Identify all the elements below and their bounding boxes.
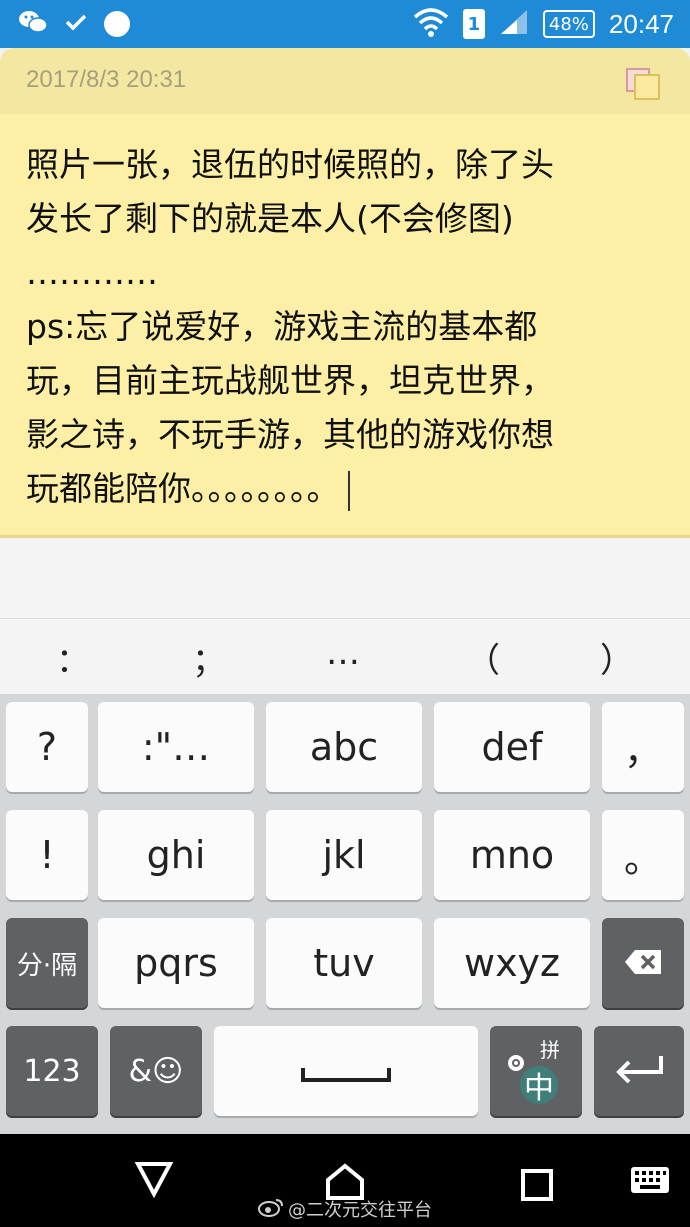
note-editor[interactable]: 照片一张，退伍的时候照的，除了头 发长了剩下的就是本人(不会修图) ………… p…: [0, 114, 690, 538]
battery-icon: 48%: [542, 10, 595, 38]
key-question[interactable]: ?: [6, 702, 88, 792]
note-color-icon[interactable]: [626, 66, 666, 100]
key-emoji[interactable]: &☺: [110, 1026, 202, 1116]
backspace-icon: [623, 941, 663, 985]
watermark: @二次元交往平台: [258, 1196, 432, 1222]
suggestion-semicolon[interactable]: ；: [192, 633, 226, 682]
keyboard: ? :"… abc def ， ! ghi jkl mno 。 分·隔 pqrs…: [0, 694, 690, 1134]
signal-icon: [499, 8, 529, 40]
clock: 20:47: [608, 8, 674, 39]
weibo-icon: [258, 1197, 284, 1222]
key-separator[interactable]: 分·隔: [6, 918, 88, 1008]
suggestion-right-paren[interactable]: ）: [600, 633, 634, 682]
sim-icon: 1: [462, 9, 485, 39]
suggestion-ellipsis[interactable]: …: [326, 633, 360, 673]
key-exclamation[interactable]: !: [6, 810, 88, 900]
watermark-text: @二次元交往平台: [288, 1200, 432, 1221]
status-bar: 1 48% 20:47: [0, 0, 690, 48]
note-date: 2017/8/3 20:31: [26, 66, 187, 93]
symbol-suggestion-bar: ： ； … （ ）: [0, 618, 690, 694]
wifi-icon: [413, 7, 449, 41]
backspace-button[interactable]: [602, 918, 684, 1008]
key-tuv[interactable]: tuv: [266, 918, 422, 1008]
key-comma[interactable]: ，: [602, 702, 684, 792]
key-mno[interactable]: mno: [434, 810, 590, 900]
enter-button[interactable]: [594, 1026, 684, 1116]
note-text: 照片一张，退伍的时候照的，除了头 发长了剩下的就是本人(不会修图) ………… p…: [26, 145, 554, 508]
suggestion-colon[interactable]: ：: [56, 633, 90, 682]
text-caret: [347, 470, 350, 511]
space-bar[interactable]: [214, 1026, 478, 1116]
key-def[interactable]: def: [434, 702, 590, 792]
key-wxyz[interactable]: wxyz: [434, 918, 590, 1008]
chinese-mode-label: 中: [520, 1066, 558, 1106]
keyboard-switch-icon[interactable]: [630, 1166, 670, 1198]
note-header: 2017/8/3 20:31: [0, 48, 690, 114]
enter-icon: [613, 1049, 665, 1093]
key-abc[interactable]: abc: [266, 702, 422, 792]
check-icon: [64, 10, 88, 38]
suggestion-left-paren[interactable]: （: [466, 633, 500, 682]
recents-nav-icon[interactable]: [520, 1168, 554, 1206]
language-switch-button[interactable]: 拼 中: [490, 1026, 582, 1116]
circle-notification-icon: [104, 11, 130, 37]
sticky-note: 2017/8/3 20:31 照片一张，退伍的时候照的，除了头 发长了剩下的就是…: [0, 48, 690, 540]
key-jkl[interactable]: jkl: [266, 810, 422, 900]
key-pqrs[interactable]: pqrs: [98, 918, 254, 1008]
key-numbers[interactable]: 123: [6, 1026, 98, 1116]
key-period[interactable]: 。: [602, 810, 684, 900]
pinyin-label: 拼: [540, 1038, 560, 1062]
empty-area: [0, 540, 690, 618]
key-punctuation[interactable]: :"…: [98, 702, 254, 792]
back-nav-icon[interactable]: [134, 1160, 174, 1202]
key-ghi[interactable]: ghi: [98, 810, 254, 900]
wechat-icon: [18, 9, 48, 39]
space-icon: [300, 1049, 392, 1093]
